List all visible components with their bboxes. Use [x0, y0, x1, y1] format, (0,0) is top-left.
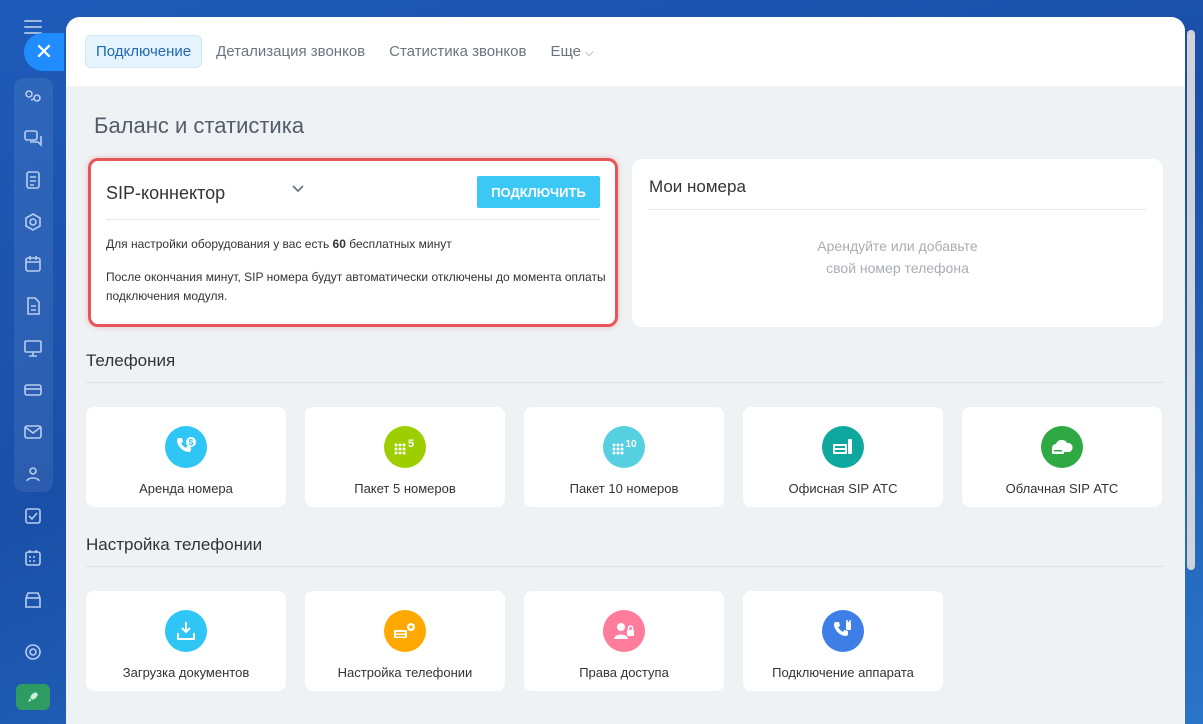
divider	[649, 209, 1146, 210]
calendar-icon[interactable]	[22, 253, 44, 275]
document-icon[interactable]	[22, 295, 44, 317]
svg-text:10: 10	[625, 439, 637, 450]
page-title: Баланс и статистика	[94, 113, 305, 138]
left-rail: ✕	[0, 0, 66, 724]
tile-label: Права доступа	[579, 665, 669, 680]
tile-label: Офисная SIP АТС	[788, 481, 898, 496]
tile-cloud-pbx[interactable]: Облачная SIP АТС	[962, 407, 1162, 507]
tile-label: Подключение аппарата	[772, 665, 914, 680]
schedule-icon[interactable]	[22, 547, 44, 569]
placeholder-line-2: свой номер телефона	[826, 260, 969, 276]
document-download-icon	[165, 610, 207, 652]
svg-text:$: $	[189, 438, 194, 447]
section-telephony-settings: Настройка телефонии	[86, 535, 263, 554]
sip-disconnect-notice: После окончания минут, SIP номера будут …	[106, 270, 606, 303]
cloud-pbx-icon	[1041, 426, 1083, 468]
tile-label: Загрузка документов	[122, 665, 250, 680]
my-numbers-card: Мои номера Арендуйте или добавьте свой н…	[632, 159, 1163, 327]
section-telephony: Телефония	[86, 351, 176, 370]
divider	[86, 566, 1164, 567]
sip-connector-title: SIP-коннектор	[106, 183, 226, 203]
tile-label: Пакет 5 номеров	[354, 481, 456, 496]
office-pbx-icon	[822, 426, 864, 468]
top-tabs: Подключение Детализация звонков Статисти…	[66, 17, 1185, 86]
chevron-down-icon: ⌵	[584, 47, 594, 59]
sip-connector-card: SIP-коннектор ПОДКЛЮЧИТЬ Для настройки о…	[88, 158, 618, 327]
free-minutes-prefix: Для настройки оборудования у вас есть	[106, 237, 333, 251]
telephony-settings-icon	[384, 610, 426, 652]
settings-icon[interactable]	[22, 641, 44, 663]
presentation-icon[interactable]	[22, 337, 44, 359]
scrollbar[interactable]	[1187, 30, 1195, 570]
phone-rent-icon: $	[165, 426, 207, 468]
chevron-down-icon[interactable]	[291, 181, 305, 200]
hexagon-icon[interactable]	[22, 211, 44, 233]
tab-call-stats[interactable]: Статистика звонков	[379, 36, 536, 67]
tile-label: Настройка телефонии	[337, 665, 473, 680]
checkbox-icon[interactable]	[22, 505, 44, 527]
tab-more-label: Еще	[550, 43, 581, 60]
rocket-icon[interactable]	[16, 684, 50, 710]
tile-device-connect[interactable]: Подключение аппарата	[743, 591, 943, 691]
tile-access-rights[interactable]: Права доступа	[524, 591, 724, 691]
mail-icon[interactable]	[22, 421, 44, 443]
tile-pack-10[interactable]: 10 Пакет 10 номеров	[524, 407, 724, 507]
tasks-doc-icon[interactable]	[22, 169, 44, 191]
store-icon[interactable]	[22, 589, 44, 611]
feed-icon[interactable]	[22, 85, 44, 107]
tab-connection[interactable]: Подключение	[85, 35, 203, 68]
divider	[86, 382, 1164, 383]
tile-label: Аренда номера	[139, 481, 233, 496]
tile-office-pbx[interactable]: Офисная SIP АТС	[743, 407, 943, 507]
svg-text:5: 5	[408, 438, 414, 450]
placeholder-line-1: Арендуйте или добавьте	[817, 238, 978, 254]
main-panel: Подключение Детализация звонков Статисти…	[66, 17, 1185, 724]
tile-label: Пакет 10 номеров	[569, 481, 679, 496]
access-rights-icon	[603, 610, 645, 652]
tile-document-upload[interactable]: Загрузка документов	[86, 591, 286, 691]
device-connect-icon	[822, 610, 864, 652]
pack-10-icon: 10	[603, 426, 645, 468]
pack-5-icon: 5	[384, 426, 426, 468]
chat-icon[interactable]	[22, 127, 44, 149]
close-slider-button[interactable]: ✕	[24, 33, 64, 71]
tile-telephony-settings[interactable]: Настройка телефонии	[305, 591, 505, 691]
tab-more[interactable]: Еще ⌵	[540, 36, 603, 67]
users-icon[interactable]	[22, 463, 44, 485]
connect-button[interactable]: ПОДКЛЮЧИТЬ	[477, 176, 600, 208]
tile-label: Облачная SIP АТС	[1005, 481, 1119, 496]
tile-pack-5[interactable]: 5 Пакет 5 номеров	[305, 407, 505, 507]
my-numbers-title: Мои номера	[649, 177, 746, 196]
free-minutes-value: 60	[332, 237, 346, 251]
free-minutes-suffix: бесплатных минут	[345, 237, 452, 251]
card-icon[interactable]	[22, 379, 44, 401]
divider	[106, 219, 600, 220]
my-numbers-placeholder: Арендуйте или добавьте свой номер телефо…	[632, 235, 1163, 279]
tab-call-details[interactable]: Детализация звонков	[206, 36, 375, 67]
free-minutes-text: Для настройки оборудования у вас есть 60…	[106, 237, 452, 251]
tile-number-rent[interactable]: $ Аренда номера	[86, 407, 286, 507]
